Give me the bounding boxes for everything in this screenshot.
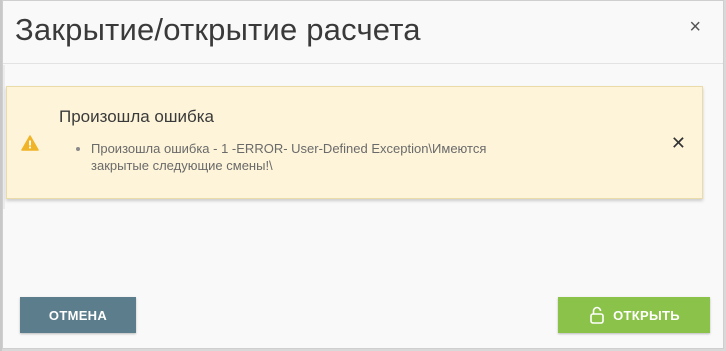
open-button-label: ОТКРЫТЬ — [613, 307, 680, 323]
dialog-header: Закрытие/открытие расчета × — [3, 1, 723, 64]
alert-message-list: Произошла ошибка - 1 -ERROR- User-Define… — [69, 140, 539, 174]
calculation-close-open-dialog: Закрытие/открытие расчета × Произошла ош… — [2, 0, 724, 349]
open-button[interactable]: ОТКРЫТЬ — [558, 297, 710, 333]
alert-message: Произошла ошибка - 1 -ERROR- User-Define… — [69, 140, 539, 174]
error-alert: Произошла ошибка Произошла ошибка - 1 -E… — [6, 86, 703, 199]
side-divider — [3, 65, 5, 209]
cancel-button[interactable]: ОТМЕНА — [20, 297, 136, 333]
alert-message-text: Произошла ошибка - 1 -ERROR- User-Define… — [91, 141, 487, 173]
unlock-icon — [590, 306, 604, 324]
dialog-title: Закрытие/открытие расчета — [15, 12, 421, 47]
alert-title: Произошла ошибка — [59, 107, 215, 126]
dialog-close-icon[interactable]: × — [689, 17, 701, 37]
bullet-icon — [76, 147, 80, 151]
cancel-button-label: ОТМЕНА — [48, 307, 108, 323]
alert-close-icon[interactable]: ✕ — [671, 134, 686, 152]
warning-triangle-icon — [21, 135, 39, 151]
